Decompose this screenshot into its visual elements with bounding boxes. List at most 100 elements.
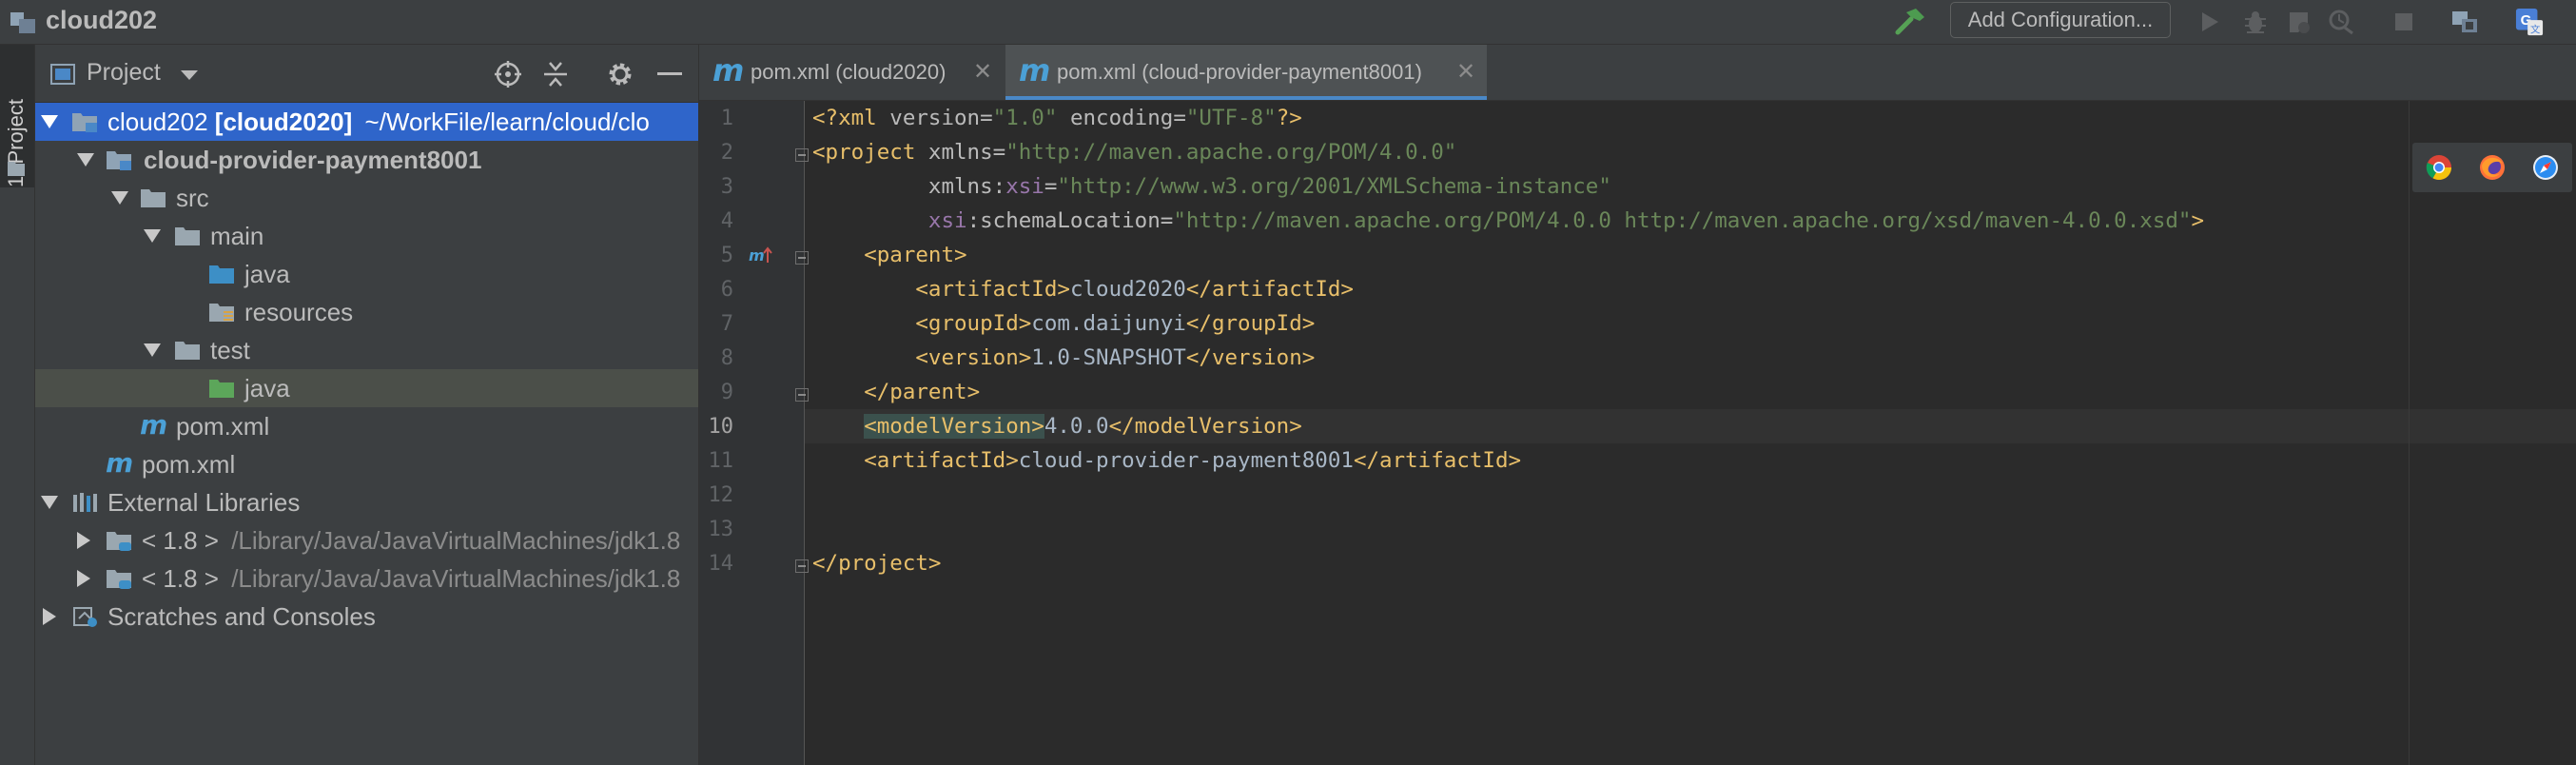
close-icon[interactable]: ✕: [973, 58, 992, 86]
chevron-down-icon[interactable]: [144, 229, 161, 243]
code-line[interactable]: xmlns:xsi="http://www.w3.org/2001/XMLSch…: [812, 169, 1611, 204]
safari-icon[interactable]: [2532, 154, 2559, 181]
coverage-icon[interactable]: [2285, 8, 2313, 36]
source-folder-icon: [209, 265, 234, 284]
line-number: 5: [720, 244, 733, 267]
svg-text:m: m: [749, 246, 765, 265]
line-number: 1: [720, 107, 733, 130]
tree-item-test-folder[interactable]: java: [35, 369, 698, 407]
line-number: 2: [720, 141, 733, 165]
tree-item-resources-folder[interactable]: resources: [35, 293, 698, 331]
tree-item-label: java: [244, 374, 290, 402]
right-margin-guide: [2409, 101, 2410, 765]
profile-icon[interactable]: [2327, 8, 2355, 36]
folder-icon: [175, 342, 200, 360]
chevron-down-icon[interactable]: [41, 115, 58, 128]
tree-item-maven-file[interactable]: m pom.xml: [35, 445, 698, 483]
line-number: 3: [720, 175, 733, 199]
code-line[interactable]: <project xmlns="http://maven.apache.org/…: [812, 135, 1456, 169]
scratches-icon: [73, 607, 97, 627]
code-line[interactable]: <parent>: [812, 238, 966, 272]
code-line[interactable]: </parent>: [812, 375, 980, 409]
project-view-selector[interactable]: Project: [87, 59, 161, 87]
chevron-right-icon[interactable]: [43, 608, 56, 625]
tree-item-label: main: [210, 222, 264, 250]
chevron-right-icon[interactable]: [77, 570, 90, 587]
test-folder-icon: [209, 380, 234, 398]
line-number: 9: [720, 381, 733, 404]
chevron-down-icon[interactable]: [144, 343, 161, 357]
tab-pom-payment8001[interactable]: m pom.xml (cloud-provider-payment8001) ✕: [1005, 45, 1487, 100]
code-line[interactable]: <artifactId>cloud2020</artifactId>: [812, 272, 1354, 306]
code-line[interactable]: xsi:schemaLocation="http://maven.apache.…: [812, 204, 2204, 238]
tree-item-folder[interactable]: main: [35, 217, 698, 255]
chevron-down-icon[interactable]: [41, 496, 58, 509]
chevron-down-icon[interactable]: [77, 153, 94, 167]
tree-item-folder[interactable]: src: [35, 179, 698, 217]
tree-item-jdk[interactable]: < 1.8 > /Library/Java/JavaVirtualMachine…: [35, 521, 698, 559]
line-number: 8: [720, 346, 733, 370]
tree-item-external-libraries[interactable]: External Libraries: [35, 483, 698, 521]
code-line[interactable]: </project>: [812, 546, 941, 580]
breadcrumb-project[interactable]: cloud202: [46, 6, 157, 35]
gear-icon[interactable]: [604, 58, 636, 90]
code-line[interactable]: <?xml version="1.0" encoding="UTF-8"?>: [812, 101, 1302, 135]
code-line[interactable]: <version>1.0-SNAPSHOT</version>: [812, 341, 1315, 375]
code-line[interactable]: <groupId>com.daijunyi</groupId>: [812, 306, 1315, 341]
folder-icon: [8, 162, 25, 176]
add-configuration-button[interactable]: Add Configuration...: [1950, 2, 2171, 38]
tree-item-label: cloud-provider-payment8001: [144, 146, 482, 174]
tree-item-label: < 1.8 >: [142, 564, 219, 593]
tree-item-label: src: [176, 184, 209, 212]
tree-item-jdk[interactable]: < 1.8 > /Library/Java/JavaVirtualMachine…: [35, 559, 698, 598]
collapse-all-icon[interactable]: [539, 58, 572, 90]
tree-item-label: cloud202: [107, 108, 208, 136]
debug-icon[interactable]: [2241, 8, 2270, 36]
line-number: 13: [708, 518, 734, 541]
jdk-icon: [107, 570, 131, 589]
firefox-icon[interactable]: [2479, 154, 2506, 181]
tree-item-label: java: [244, 260, 290, 288]
code-line[interactable]: <modelVersion>4.0.0</modelVersion>: [812, 409, 1302, 443]
tree-item-root-project[interactable]: cloud202 [cloud2020] ~/WorkFile/learn/cl…: [35, 103, 698, 141]
tree-item-source-folder[interactable]: java: [35, 255, 698, 293]
fold-marker-icon[interactable]: [795, 388, 809, 402]
tab-label: pom.xml (cloud2020): [751, 60, 946, 84]
maven-file-icon: m: [140, 409, 168, 441]
tree-item-module[interactable]: cloud-provider-payment8001: [35, 141, 698, 179]
tree-item-maven-file[interactable]: m pom.xml: [35, 407, 698, 445]
project-view-icon: [50, 64, 75, 85]
module-folder-icon: [107, 151, 131, 170]
code-line[interactable]: <artifactId>cloud-provider-payment8001</…: [812, 443, 1521, 478]
libraries-icon: [73, 493, 97, 512]
project-structure-icon[interactable]: [2450, 8, 2479, 36]
stop-icon[interactable]: [2390, 8, 2418, 36]
tree-item-scratches[interactable]: Scratches and Consoles: [35, 598, 698, 636]
hide-panel-icon[interactable]: [654, 58, 686, 90]
fold-marker-icon[interactable]: [795, 559, 809, 573]
line-number: 6: [720, 278, 733, 302]
chevron-down-icon[interactable]: [181, 70, 198, 80]
line-number: 4: [720, 209, 733, 233]
translate-icon[interactable]: G文: [2515, 8, 2544, 36]
chevron-right-icon[interactable]: [77, 532, 90, 549]
editor-tab-bar: m pom.xml (cloud2020) ✕ m pom.xml (cloud…: [699, 45, 2576, 101]
tree-item-label: pom.xml: [142, 450, 236, 479]
run-icon[interactable]: [2195, 8, 2224, 36]
line-number: 14: [708, 552, 734, 576]
chevron-down-icon[interactable]: [111, 191, 128, 205]
close-icon[interactable]: ✕: [1456, 58, 1475, 86]
tree-item-path: /Library/Java/JavaVirtualMachines/jdk1.8: [231, 526, 681, 555]
tree-item-path: ~/WorkFile/learn/cloud/clo: [364, 108, 650, 136]
locate-icon[interactable]: [492, 58, 524, 90]
line-number: 7: [720, 312, 733, 336]
tree-item-folder[interactable]: test: [35, 331, 698, 369]
fold-marker-icon[interactable]: [795, 148, 809, 162]
fold-marker-icon[interactable]: [795, 251, 809, 265]
override-parent-icon[interactable]: m: [749, 245, 773, 266]
build-hammer-icon[interactable]: [1893, 6, 1927, 38]
tool-window-strip: 1: Project: [0, 45, 35, 765]
tab-pom-cloud2020[interactable]: m pom.xml (cloud2020) ✕: [699, 45, 1004, 100]
chrome-icon[interactable]: [2426, 154, 2452, 181]
editor-gutter: 1 2 3 4 5 6 7 8 9 10 11 12 13 14 m: [699, 101, 805, 765]
